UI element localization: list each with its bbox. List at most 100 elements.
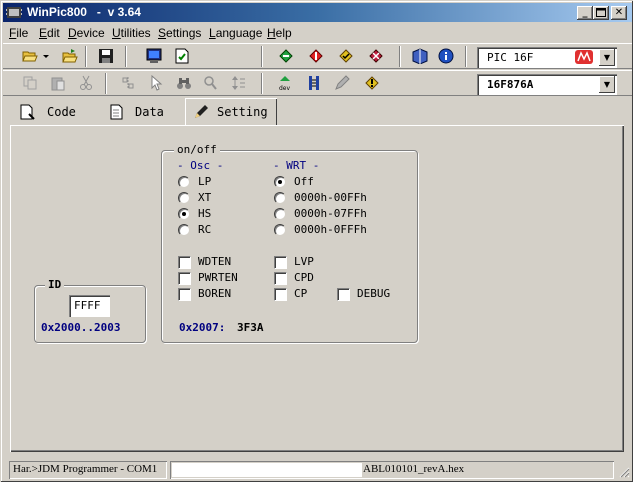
read-device-button[interactable] (275, 46, 297, 67)
options-button[interactable] (331, 73, 353, 94)
radio-button[interactable] (178, 176, 190, 188)
find-button[interactable] (173, 73, 195, 94)
checkbox[interactable] (274, 256, 287, 269)
copy-button[interactable] (19, 73, 41, 94)
title-bar[interactable]: WinPic800 - v 3.64 _ ✕ (3, 3, 632, 22)
setting-pen-icon (195, 105, 208, 118)
test-hardware-button[interactable] (361, 73, 383, 94)
chip-read-icon (279, 49, 293, 63)
config-group-title: on/off (174, 143, 220, 156)
fill-icon (122, 77, 134, 89)
progress-area (172, 463, 362, 477)
tab-data[interactable]: Data (99, 99, 179, 125)
up-down-arrows-icon (232, 76, 245, 90)
checkbox[interactable] (274, 288, 287, 301)
id-address-range: 0x2000..2003 (41, 321, 121, 334)
app-icon (6, 7, 22, 18)
about-button[interactable] (435, 46, 457, 67)
info-icon (438, 48, 454, 64)
menu-edit[interactable]: Edit (39, 26, 60, 40)
toolbar-separator (85, 46, 87, 67)
tab-code[interactable]: Code (11, 99, 91, 125)
restore-icon (596, 8, 606, 17)
menu-bar: File Edit Device Utilities Settings Lang… (3, 23, 632, 42)
verify-device-button[interactable] (335, 46, 357, 67)
restore-button[interactable] (593, 6, 609, 20)
goto-address-button[interactable] (227, 73, 249, 94)
save-button[interactable] (95, 46, 117, 67)
device-family-select[interactable]: PIC 16F ▼ (477, 47, 617, 68)
scissors-icon (80, 75, 92, 90)
menu-help[interactable]: Help (267, 26, 292, 40)
radio-button[interactable] (274, 208, 286, 220)
open-folder-button[interactable] (19, 46, 41, 67)
tab-setting[interactable]: Setting (185, 98, 277, 126)
chevron-down-icon[interactable]: ▼ (599, 76, 615, 93)
toolbar-separator (399, 46, 401, 67)
svg-text:dev: dev (279, 85, 291, 91)
checkbox[interactable] (337, 288, 350, 301)
id-group: ID FFFF 0x2000..2003 (34, 278, 146, 343)
wrt-header: - WRT - (273, 159, 320, 172)
status-file: ABL010101_revA.hex (170, 461, 614, 479)
status-hardware: Har.>JDM Programmer - COM1 (9, 461, 167, 479)
app-window: WinPic800 - v 3.64 _ ✕ File Edit Device … (0, 0, 633, 482)
id-value-input[interactable]: FFFF (69, 295, 110, 317)
chip-verify-icon (339, 49, 353, 63)
menu-file[interactable]: File (9, 26, 28, 40)
id-group-title: ID (45, 278, 65, 291)
menu-settings[interactable]: Settings (158, 26, 201, 40)
reload-folder-icon (62, 49, 78, 63)
checkbox[interactable] (178, 288, 191, 301)
toolbar-separator (105, 73, 107, 94)
radio-button[interactable] (274, 192, 286, 204)
select-button[interactable] (145, 73, 167, 94)
radio-button[interactable] (178, 224, 190, 236)
menu-device[interactable]: Device (68, 26, 105, 40)
checkbox[interactable] (274, 272, 287, 285)
chevron-down-icon[interactable]: ▼ (599, 49, 615, 66)
chip-program-icon (309, 49, 323, 63)
detect-device-button[interactable]: dev (275, 73, 297, 94)
radio-button-selected[interactable] (274, 176, 286, 188)
toolbar-separator (261, 73, 263, 94)
chevron-down-icon (43, 55, 49, 58)
pen-icon (335, 75, 350, 90)
paste-button[interactable] (47, 73, 69, 94)
toolbar-separator (465, 46, 467, 67)
find-next-button[interactable] (199, 73, 221, 94)
menu-language[interactable]: Language (209, 26, 262, 40)
close-button[interactable]: ✕ (611, 6, 627, 20)
verify-button[interactable] (171, 46, 193, 67)
checkbox[interactable] (178, 256, 191, 269)
radio-button[interactable] (178, 192, 190, 204)
chip-erase-icon (369, 49, 383, 63)
menu-utilities[interactable]: Utilities (112, 26, 151, 40)
erase-device-button[interactable] (365, 46, 387, 67)
checkbox[interactable] (178, 272, 191, 285)
toolbar-separator (125, 46, 127, 67)
resize-grip-icon[interactable] (618, 466, 630, 478)
config-group: on/off - Osc - - WRT - LP XT HS RC Off 0… (161, 143, 418, 343)
radio-button-selected[interactable] (178, 208, 190, 220)
status-bar: Har.>JDM Programmer - COM1 ABL010101_rev… (3, 460, 632, 480)
radio-button[interactable] (274, 224, 286, 236)
open-recent-dropdown[interactable] (39, 46, 51, 67)
floppy-disk-icon (99, 49, 113, 63)
config-bits-button[interactable] (303, 73, 325, 94)
config-address: 0x2007: (179, 321, 226, 334)
paste-icon (51, 77, 65, 91)
help-book-button[interactable] (409, 46, 431, 67)
binoculars-icon (177, 78, 191, 89)
program-device-button[interactable] (305, 46, 327, 67)
hardware-settings-button[interactable] (143, 46, 165, 67)
cut-button[interactable] (75, 73, 97, 94)
fill-button[interactable] (117, 73, 139, 94)
open-folder-icon (22, 51, 38, 62)
osc-header: - Osc - (177, 159, 224, 172)
reload-file-button[interactable] (59, 46, 81, 67)
device-model-select[interactable]: 16F876A ▼ (477, 74, 617, 95)
chip-test-icon (365, 76, 379, 90)
book-icon (412, 48, 428, 64)
minimize-button[interactable]: _ (577, 6, 593, 20)
